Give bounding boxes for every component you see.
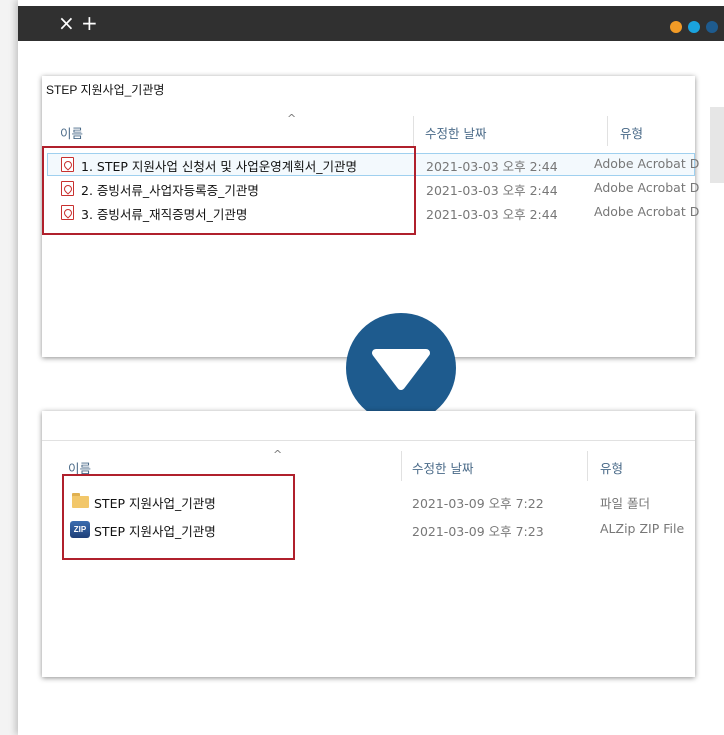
file-type: Adobe Acrobat D bbox=[594, 204, 700, 219]
column-date-header[interactable]: 수정한 날짜 bbox=[412, 458, 473, 477]
file-date: 2021-03-09 오후 7:23 bbox=[412, 524, 544, 539]
file-date: 2021-03-03 오후 2:44 bbox=[426, 183, 558, 198]
address-path[interactable]: STEP 지원사업_기관명 bbox=[46, 81, 164, 98]
file-date: 2021-03-03 오후 2:44 bbox=[426, 159, 558, 174]
sort-caret-icon: ^ bbox=[287, 112, 297, 125]
file-date: 2021-03-09 오후 7:22 bbox=[412, 496, 544, 511]
sort-caret-icon: ^ bbox=[273, 448, 283, 461]
close-tab-button[interactable]: × bbox=[58, 6, 75, 41]
selection-highlight-box bbox=[62, 474, 295, 560]
explorer-after: ^ 이름 수정한 날짜 유형 STEP 지원사업_기관명 2021-03-09 … bbox=[42, 411, 695, 677]
new-tab-button[interactable]: + bbox=[81, 6, 98, 41]
file-type: Adobe Acrobat D bbox=[594, 180, 700, 195]
column-date-header[interactable]: 수정한 날짜 bbox=[425, 123, 486, 142]
side-panel-edge bbox=[710, 107, 724, 183]
title-bar: × + bbox=[18, 6, 724, 41]
down-arrow-icon bbox=[346, 313, 456, 423]
column-divider[interactable] bbox=[401, 451, 402, 481]
blue-dot-icon bbox=[688, 21, 700, 33]
selection-highlight-box bbox=[42, 146, 416, 235]
navy-dot-icon bbox=[706, 21, 718, 33]
file-type: ALZip ZIP File bbox=[600, 521, 685, 536]
file-date: 2021-03-03 오후 2:44 bbox=[426, 207, 558, 222]
column-divider[interactable] bbox=[607, 116, 608, 146]
file-type: 파일 폴더 bbox=[600, 496, 650, 511]
column-divider[interactable] bbox=[413, 116, 414, 146]
address-bar-divider bbox=[42, 440, 695, 441]
column-type-header[interactable]: 유형 bbox=[620, 123, 643, 142]
file-type: Adobe Acrobat D bbox=[594, 156, 700, 171]
column-type-header[interactable]: 유형 bbox=[600, 458, 623, 477]
down-arrow-glyph bbox=[372, 349, 430, 390]
column-divider[interactable] bbox=[587, 451, 588, 481]
column-name-header[interactable]: 이름 bbox=[60, 123, 83, 142]
orange-dot-icon bbox=[670, 21, 682, 33]
browser-frame: × + STEP 지원사업_기관명 ^ 이름 수정한 날짜 유형 1. STEP… bbox=[18, 0, 724, 735]
